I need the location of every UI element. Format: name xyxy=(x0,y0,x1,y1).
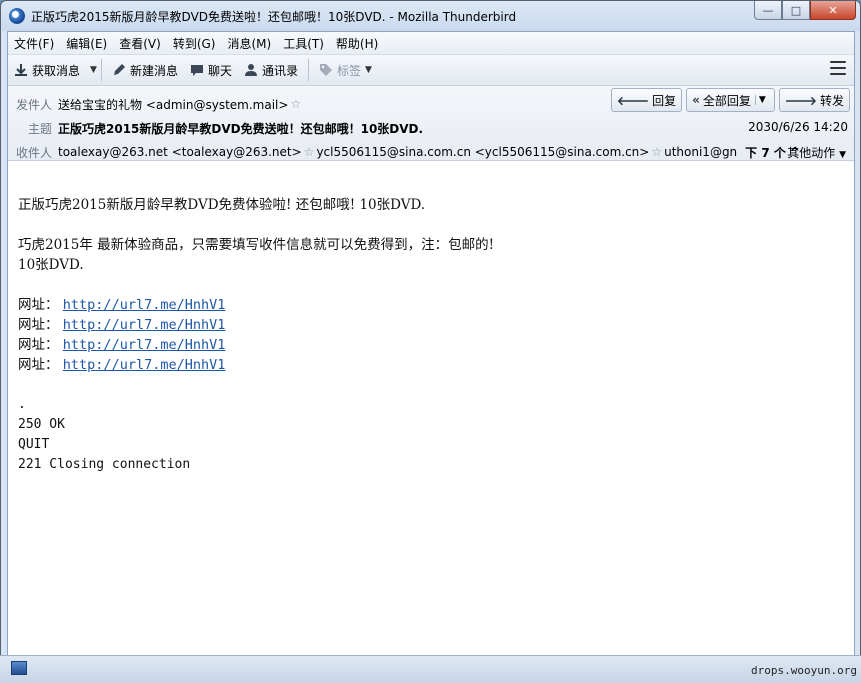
star-icon[interactable]: ☆ xyxy=(304,145,315,159)
url-link[interactable]: http://url7.me/HnhV1 xyxy=(63,337,226,353)
window-controls: — □ ✕ xyxy=(754,1,856,21)
menu-view[interactable]: 查看(V) xyxy=(113,35,167,52)
message-date: 2030/6/26 14:20 xyxy=(748,120,848,134)
recipient-3[interactable]: uthoni1@gn xyxy=(664,145,737,159)
write-button[interactable]: 新建消息 xyxy=(106,58,184,82)
get-messages-dropdown-icon[interactable]: ▼ xyxy=(90,65,97,75)
recipient-1[interactable]: toalexay@263.net <toalexay@263.net> xyxy=(58,145,302,159)
toolbar-separator xyxy=(100,59,102,81)
menu-tools[interactable]: 工具(T) xyxy=(277,35,330,52)
title-bar: 正版巧虎2015新版月龄早教DVD免费送啦！还包邮哦！10张DVD. - Moz… xyxy=(1,1,860,31)
smtp-line: QUIT xyxy=(18,437,50,452)
message-body: 正版巧虎2015新版月龄早教DVD免费体验啦! 还包邮哦! 10张DVD. 巧虎… xyxy=(18,195,848,675)
menu-file[interactable]: 文件(F) xyxy=(8,35,60,52)
reply-all-dropdown-icon[interactable]: ▼ xyxy=(754,95,769,105)
address-book-label: 通讯录 xyxy=(261,63,298,78)
smtp-line: 221 Closing connection xyxy=(18,457,191,472)
toolbar-separator xyxy=(307,59,309,81)
contact-icon xyxy=(244,64,257,76)
smtp-line: 250 OK xyxy=(18,417,65,432)
from-label: 发件人 xyxy=(15,97,52,112)
status-bar: drops.wooyun.org xyxy=(0,655,861,683)
link-label: 网址： xyxy=(18,317,59,333)
link-row: 网址： http://url7.me/HnhV1 xyxy=(18,295,848,315)
to-row: 收件人 toalexay@263.net <toalexay@263.net> … xyxy=(8,142,800,162)
pencil-icon xyxy=(113,64,125,75)
main-toolbar: 获取消息 ▼ 新建消息 聊天 通讯录 标签 ▼ xyxy=(8,55,854,86)
subject-value: 正版巧虎2015新版月龄早教DVD免费送啦！还包邮哦！10张DVD. xyxy=(58,121,424,136)
tag-label: 标签 xyxy=(336,63,361,78)
chat-button[interactable]: 聊天 xyxy=(184,58,238,82)
message-header: 发件人 送给宝宝的礼物 <admin@system.mail> ☆ 🡐 回复 «… xyxy=(8,86,854,161)
from-value[interactable]: 送给宝宝的礼物 <admin@system.mail> xyxy=(58,96,288,113)
chevron-down-icon: ▼ xyxy=(839,150,846,160)
get-messages-label: 获取消息 xyxy=(32,63,81,78)
body-line: 10张DVD. xyxy=(18,257,84,273)
link-row: 网址： http://url7.me/HnhV1 xyxy=(18,335,848,355)
tag-icon xyxy=(319,64,332,76)
tag-button[interactable]: 标签 ▼ xyxy=(313,58,378,82)
subject-label: 主题 xyxy=(27,121,52,136)
to-label: 收件人 xyxy=(15,145,52,160)
url-link[interactable]: http://url7.me/HnhV1 xyxy=(63,317,226,333)
maximize-button[interactable]: □ xyxy=(782,1,810,20)
address-book-button[interactable]: 通讯录 xyxy=(238,58,304,82)
recipient-2[interactable]: ycl5506115@sina.com.cn <ycl5506115@sina.… xyxy=(316,145,649,159)
star-icon[interactable]: ☆ xyxy=(290,97,301,111)
other-actions-label: 其他动作 xyxy=(787,146,836,160)
link-row: 网址： http://url7.me/HnhV1 xyxy=(18,355,848,375)
write-label: 新建消息 xyxy=(129,63,178,78)
link-label: 网址： xyxy=(18,357,59,373)
download-icon xyxy=(15,64,27,76)
star-icon[interactable]: ☆ xyxy=(651,145,662,159)
window-title: 正版巧虎2015新版月龄早教DVD免费送啦！还包邮哦！10张DVD. - Moz… xyxy=(31,10,517,24)
url-link[interactable]: http://url7.me/HnhV1 xyxy=(63,357,226,373)
tag-dropdown-icon: ▼ xyxy=(365,65,372,75)
subject-row: 主题 正版巧虎2015新版月龄早教DVD免费送啦！还包邮哦！10张DVD. xyxy=(8,118,848,138)
url-link[interactable]: http://url7.me/HnhV1 xyxy=(63,297,226,313)
from-row: 发件人 送给宝宝的礼物 <admin@system.mail> ☆ xyxy=(8,94,301,114)
chat-label: 聊天 xyxy=(207,63,232,78)
forward-arrow-icon: 🡒 xyxy=(784,93,817,108)
reply-label: 回复 xyxy=(652,93,677,108)
menu-go[interactable]: 转到(G) xyxy=(167,35,222,52)
link-label: 网址： xyxy=(18,297,59,313)
network-status-icon[interactable] xyxy=(11,661,27,675)
reply-all-button[interactable]: « 全部回复 ▼ xyxy=(686,88,775,112)
body-line: 正版巧虎2015新版月龄早教DVD免费体验啦! 还包邮哦! 10张DVD. xyxy=(18,197,426,213)
other-actions-button[interactable]: 其他动作 ▼ xyxy=(787,144,846,161)
thunderbird-icon xyxy=(9,8,25,24)
forward-label: 转发 xyxy=(819,93,844,108)
reply-all-arrow-icon: « xyxy=(692,93,700,107)
reply-all-label: 全部回复 xyxy=(702,93,751,108)
chat-bubble-icon xyxy=(190,65,203,76)
menu-help[interactable]: 帮助(H) xyxy=(330,35,384,52)
forward-button[interactable]: 🡒 转发 xyxy=(778,88,850,112)
menu-message[interactable]: 消息(M) xyxy=(221,35,277,52)
smtp-line: . xyxy=(18,397,26,412)
more-recipients-link[interactable]: 下 7 个 xyxy=(745,144,786,161)
app-menu-icon[interactable] xyxy=(830,61,846,75)
thunderbird-window: 正版巧虎2015新版月龄早教DVD免费送啦！还包邮哦！10张DVD. - Moz… xyxy=(0,0,861,682)
link-row: 网址： http://url7.me/HnhV1 xyxy=(18,315,848,335)
client-area: 文件(F) 编辑(E) 查看(V) 转到(G) 消息(M) 工具(T) 帮助(H… xyxy=(7,31,855,679)
minimize-button[interactable]: — xyxy=(754,1,782,20)
get-messages-button[interactable]: 获取消息 xyxy=(8,58,86,82)
menu-bar: 文件(F) 编辑(E) 查看(V) 转到(G) 消息(M) 工具(T) 帮助(H… xyxy=(8,32,854,55)
reply-actions: 🡐 回复 « 全部回复 ▼ 🡒 转发 xyxy=(607,88,850,112)
close-button[interactable]: ✕ xyxy=(810,1,856,20)
menu-edit[interactable]: 编辑(E) xyxy=(60,35,113,52)
body-line: 巧虎2015年 最新体验商品，只需要填写收件信息就可以免费得到，注：包邮的! xyxy=(18,237,495,253)
reply-button[interactable]: 🡐 回复 xyxy=(610,88,683,112)
watermark: drops.wooyun.org xyxy=(751,664,857,677)
link-label: 网址： xyxy=(18,337,59,353)
reply-arrow-icon: 🡐 xyxy=(616,93,650,108)
